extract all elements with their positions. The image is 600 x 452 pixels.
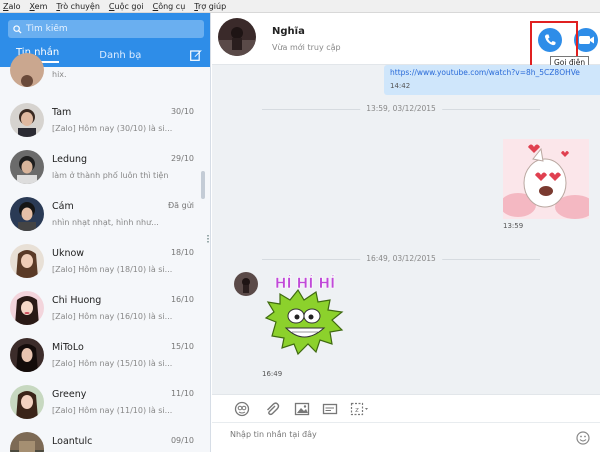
- contact-date: 30/10: [170, 107, 194, 116]
- contact-name: Greeny: [52, 389, 87, 400]
- list-item[interactable]: Uknow [Zalo] Hôm nay (18/10) là si... 18…: [0, 238, 204, 285]
- conversation-panel: Tin nhắn Danh bạ hix. Tam [Zalo] Hôm nay…: [0, 13, 211, 452]
- panel-resize-grip[interactable]: [207, 235, 209, 243]
- separator-label: 13:59, 03/12/2015: [360, 104, 442, 113]
- chat-panel: Nghĩa Vừa mới truy cập Gọi điện https://…: [212, 13, 600, 452]
- list-item[interactable]: Ledung làm ở thành phố luôn thì tiện 29/…: [0, 144, 204, 191]
- contact-preview: nhìn nhạt nhạt, hình như...: [52, 218, 159, 227]
- svg-text:z: z: [355, 406, 359, 414]
- image-icon[interactable]: [294, 401, 310, 417]
- chat-status: Vừa mới truy cập: [272, 43, 341, 52]
- avatar: [10, 385, 44, 419]
- menu-cong-cu[interactable]: Công cụ: [153, 2, 186, 11]
- message-link[interactable]: https://www.youtube.com/watch?v=8h_5CZ8O…: [390, 68, 580, 77]
- contact-preview: hix.: [52, 70, 67, 79]
- contact-date: Đã gửi: [167, 201, 194, 210]
- date-separator: 13:59, 03/12/2015: [262, 104, 540, 114]
- contact-name: Uknow: [52, 248, 85, 259]
- contact-name: Loantulc: [52, 436, 93, 447]
- contact-date: 09/10: [170, 436, 194, 445]
- avatar: [10, 103, 44, 137]
- avatar: [10, 197, 44, 231]
- list-item[interactable]: MiToLo [Zalo] Hôm nay (15/10) là si... 1…: [0, 332, 204, 379]
- search-box[interactable]: [8, 20, 204, 38]
- contact-name: Tam: [52, 107, 72, 118]
- search-icon: [13, 24, 22, 34]
- list-item[interactable]: Chi Huong [Zalo] Hôm nay (16/10) là si..…: [0, 285, 204, 332]
- contact-date: 16/10: [170, 295, 194, 304]
- avatar: [10, 244, 44, 278]
- emoji-icon[interactable]: [576, 431, 590, 445]
- contact-name: MiToLo: [52, 342, 84, 353]
- contact-preview: [Zalo] Hôm nay (11/10) là si...: [52, 406, 173, 415]
- message-area: https://www.youtube.com/watch?v=8h_5CZ8O…: [212, 65, 600, 394]
- separator-label: 16:49, 03/12/2015: [360, 254, 442, 263]
- menu-xem[interactable]: Xem: [30, 2, 48, 11]
- contact-date: 29/10: [170, 154, 194, 163]
- contact-date: 11/10: [170, 389, 194, 398]
- list-item[interactable]: Tam [Zalo] Hôm nay (30/10) là si... 30/1…: [0, 97, 204, 144]
- chat-header: Nghĩa Vừa mới truy cập Gọi điện: [212, 13, 600, 69]
- contact-list: hix. Tam [Zalo] Hôm nay (30/10) là si...…: [0, 53, 204, 452]
- menu-zalo[interactable]: Zalo: [3, 2, 21, 11]
- list-item[interactable]: Cám nhìn nhạt nhạt, hình như... Đã gửi: [0, 191, 204, 238]
- contact-date: 15/10: [170, 342, 194, 351]
- sticker-caption: HÍ HÍ HÍ: [275, 275, 336, 292]
- contact-name: Ledung: [52, 154, 88, 165]
- avatar: [10, 338, 44, 372]
- date-separator: 16:49, 03/12/2015: [262, 254, 540, 264]
- menu-tro-giup[interactable]: Trợ giúp: [194, 2, 226, 11]
- list-item[interactable]: Greeny [Zalo] Hôm nay (11/10) là si... 1…: [0, 379, 204, 426]
- avatar[interactable]: [234, 272, 258, 296]
- contact-name: Chi Huong: [52, 295, 102, 306]
- message-time: 13:59: [503, 222, 524, 230]
- avatar[interactable]: [218, 18, 256, 56]
- contact-date: 18/10: [170, 248, 194, 257]
- sticker-message[interactable]: [503, 139, 589, 219]
- avatar: [10, 432, 44, 452]
- menu-cuoc-goi[interactable]: Cuộc gọi: [109, 2, 144, 11]
- sticker-message[interactable]: HÍ HÍ HÍ: [262, 272, 348, 364]
- menu-bar: Zalo Xem Trò chuyện Cuộc gọi Công cụ Trợ…: [0, 0, 600, 13]
- compose-toolbar: z: [212, 394, 600, 422]
- compose-icon[interactable]: [190, 49, 202, 61]
- contact-preview: [Zalo] Hôm nay (30/10) là si...: [52, 124, 173, 133]
- search-input[interactable]: [26, 24, 196, 34]
- link-message[interactable]: https://www.youtube.com/watch?v=8h_5CZ8O…: [384, 65, 600, 95]
- contact-list-scrollbar[interactable]: [201, 171, 205, 199]
- menu-tro-chuyen[interactable]: Trò chuyện: [56, 2, 100, 11]
- attachment-icon[interactable]: [264, 401, 280, 417]
- contact-preview: làm ở thành phố luôn thì tiện: [52, 171, 169, 180]
- contact-name: Cám: [52, 201, 74, 212]
- list-item[interactable]: Loantulc 09/10: [0, 426, 204, 452]
- message-time: 14:42: [390, 82, 411, 90]
- list-item[interactable]: hix.: [0, 53, 204, 97]
- contact-preview: [Zalo] Hôm nay (18/10) là si...: [52, 265, 173, 274]
- avatar: [10, 53, 44, 87]
- message-time: 16:49: [262, 370, 283, 378]
- sticker-icon[interactable]: [234, 401, 250, 417]
- message-input[interactable]: [230, 430, 550, 439]
- screenshot-icon[interactable]: z: [350, 401, 372, 417]
- message-input-bar: [212, 422, 600, 452]
- tab-contacts[interactable]: Danh bạ: [99, 50, 141, 61]
- avatar: [10, 291, 44, 325]
- contact-preview: [Zalo] Hôm nay (16/10) là si...: [52, 312, 173, 321]
- chat-title: Nghĩa: [272, 26, 305, 37]
- card-icon[interactable]: [322, 401, 338, 417]
- contact-preview: [Zalo] Hôm nay (15/10) là si...: [52, 359, 173, 368]
- avatar: [10, 150, 44, 184]
